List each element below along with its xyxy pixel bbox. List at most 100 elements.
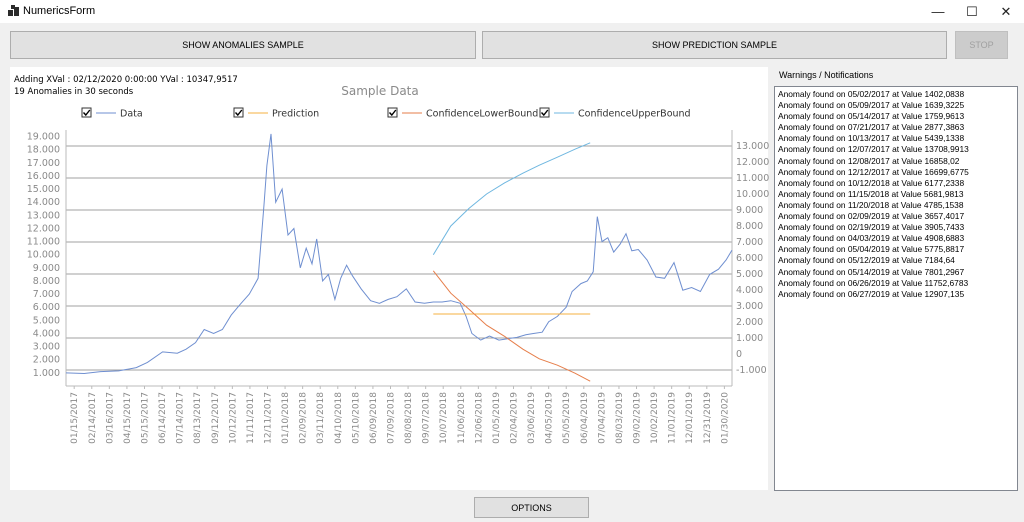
x-tick-label: 06/09/2018	[369, 392, 379, 444]
y-left-tick-label: 13.000	[27, 210, 60, 221]
warning-item[interactable]: Anomaly found on 05/04/2019 at Value 577…	[778, 244, 1014, 255]
y-left-tick-label: 14.000	[27, 197, 60, 208]
x-tick-label: 08/13/2017	[193, 392, 203, 444]
x-tick-label: 03/16/2017	[105, 392, 115, 444]
warning-item[interactable]: Anomaly found on 05/09/2017 at Value 163…	[778, 100, 1014, 111]
x-tick-label: 08/08/2018	[404, 392, 414, 444]
warning-item[interactable]: Anomaly found on 04/03/2019 at Value 490…	[778, 233, 1014, 244]
warnings-label: Warnings / Notifications	[779, 70, 874, 80]
x-tick-label: 11/01/2019	[668, 392, 678, 444]
warning-item[interactable]: Anomaly found on 11/15/2018 at Value 568…	[778, 189, 1014, 200]
legend-checkbox	[81, 107, 92, 118]
legend-checkbox	[387, 107, 398, 118]
x-tick-label: 06/04/2019	[580, 392, 590, 444]
y-left-tick-label: 4.000	[33, 328, 60, 339]
warning-item[interactable]: Anomaly found on 02/09/2019 at Value 365…	[778, 211, 1014, 222]
x-tick-label: 09/02/2019	[633, 392, 643, 444]
legend-label: ConfidenceUpperBound	[578, 109, 691, 120]
y-right-tick-label: 7.000	[736, 237, 763, 248]
x-tick-label: 12/06/2018	[474, 392, 484, 444]
x-tick-label: 10/12/2017	[228, 392, 238, 444]
y-left-tick-label: 19.000	[27, 132, 60, 143]
warning-item[interactable]: Anomaly found on 05/14/2019 at Value 780…	[778, 267, 1014, 278]
legend-label: Data	[120, 109, 143, 120]
x-tick-label: 07/04/2019	[597, 392, 607, 444]
y-left-tick-label: 7.000	[33, 289, 60, 300]
x-tick-label: 11/11/2017	[246, 392, 256, 444]
warning-item[interactable]: Anomaly found on 10/13/2017 at Value 543…	[778, 133, 1014, 144]
warning-item[interactable]: Anomaly found on 06/27/2019 at Value 129…	[778, 289, 1014, 300]
y-left-tick-label: 15.000	[27, 184, 60, 195]
warning-item[interactable]: Anomaly found on 05/14/2017 at Value 175…	[778, 111, 1014, 122]
y-right-tick-label: 10.000	[736, 189, 769, 200]
x-tick-label: 04/10/2018	[334, 392, 344, 444]
x-tick-label: 05/05/2019	[562, 392, 572, 444]
y-left-tick-label: 3.000	[33, 342, 60, 353]
y-left-tick-label: 12.000	[27, 223, 60, 234]
y-right-tick-label: 5.000	[736, 269, 763, 280]
series-line-confidencelowerbound	[432, 270, 591, 382]
warning-item[interactable]: Anomaly found on 12/12/2017 at Value 166…	[778, 167, 1014, 178]
x-tick-label: 01/10/2018	[281, 392, 291, 444]
y-right-tick-label: 13.000	[736, 141, 769, 152]
y-right-tick-label: 4.000	[736, 285, 763, 296]
x-tick-label: 05/10/2018	[351, 392, 361, 444]
y-left-tick-label: 5.000	[33, 315, 60, 326]
x-tick-label: 02/04/2019	[510, 392, 520, 444]
warning-item[interactable]: Anomaly found on 06/26/2019 at Value 117…	[778, 278, 1014, 289]
legend-checkbox	[233, 107, 244, 118]
x-tick-label: 04/05/2019	[545, 392, 555, 444]
x-tick-label: 08/03/2019	[615, 392, 625, 444]
y-left-tick-label: 2.000	[33, 355, 60, 366]
warning-item[interactable]: Anomaly found on 10/12/2018 at Value 617…	[778, 178, 1014, 189]
x-tick-label: 12/11/2017	[263, 392, 273, 444]
x-tick-label: 09/12/2017	[211, 392, 221, 444]
warnings-list[interactable]: Anomaly found on 05/02/2017 at Value 140…	[774, 86, 1018, 491]
y-right-tick-label: -1.000	[736, 365, 767, 376]
x-tick-label: 01/15/2017	[70, 392, 80, 444]
warning-item[interactable]: Anomaly found on 12/07/2017 at Value 137…	[778, 144, 1014, 155]
y-right-tick-label: 3.000	[736, 301, 763, 312]
y-right-tick-label: 0	[736, 349, 742, 360]
y-left-tick-label: 17.000	[27, 158, 60, 169]
y-left-tick-label: 6.000	[33, 302, 60, 313]
options-button[interactable]: OPTIONS	[474, 497, 589, 518]
warning-item[interactable]: Anomaly found on 05/12/2019 at Value 718…	[778, 255, 1014, 266]
y-right-tick-label: 6.000	[736, 253, 763, 264]
warning-item[interactable]: Anomaly found on 02/19/2019 at Value 390…	[778, 222, 1014, 233]
x-tick-label: 12/01/2019	[685, 392, 695, 444]
warning-item[interactable]: Anomaly found on 12/08/2017 at Value 168…	[778, 156, 1014, 167]
y-left-tick-label: 9.000	[33, 263, 60, 274]
x-tick-label: 06/14/2017	[158, 392, 168, 444]
x-tick-label: 05/15/2017	[140, 392, 150, 444]
series-line-confidenceupperbound	[432, 142, 591, 256]
x-tick-label: 02/14/2017	[88, 392, 98, 444]
x-tick-label: 09/07/2018	[422, 392, 432, 444]
x-tick-label: 11/06/2018	[457, 392, 467, 444]
x-tick-label: 10/07/2018	[439, 392, 449, 444]
warning-item[interactable]: Anomaly found on 05/02/2017 at Value 140…	[778, 89, 1014, 100]
x-tick-label: 04/15/2017	[123, 392, 133, 444]
x-tick-label: 01/05/2019	[492, 392, 502, 444]
warning-item[interactable]: Anomaly found on 07/21/2017 at Value 287…	[778, 122, 1014, 133]
y-right-tick-label: 9.000	[736, 205, 763, 216]
y-left-tick-label: 1.000	[33, 368, 60, 379]
y-left-tick-label: 11.000	[27, 237, 60, 248]
legend-label: ConfidenceLowerBound	[426, 109, 538, 120]
x-tick-label: 03/06/2019	[527, 392, 537, 444]
y-right-tick-label: 2.000	[736, 317, 763, 328]
y-left-tick-label: 16.000	[27, 171, 60, 182]
x-tick-label: 10/02/2019	[650, 392, 660, 444]
x-tick-label: 03/11/2018	[316, 392, 326, 444]
legend-label: Prediction	[272, 109, 319, 120]
y-left-tick-label: 18.000	[27, 145, 60, 156]
y-right-tick-label: 8.000	[736, 221, 763, 232]
options-label: OPTIONS	[511, 502, 552, 513]
x-tick-label: 01/30/2020	[720, 392, 730, 444]
x-tick-label: 07/14/2017	[176, 392, 186, 444]
y-left-tick-label: 8.000	[33, 276, 60, 287]
y-right-tick-label: 11.000	[736, 173, 769, 184]
y-right-tick-label: 1.000	[736, 333, 763, 344]
x-tick-label: 12/31/2019	[703, 392, 713, 444]
warning-item[interactable]: Anomaly found on 11/20/2018 at Value 478…	[778, 200, 1014, 211]
